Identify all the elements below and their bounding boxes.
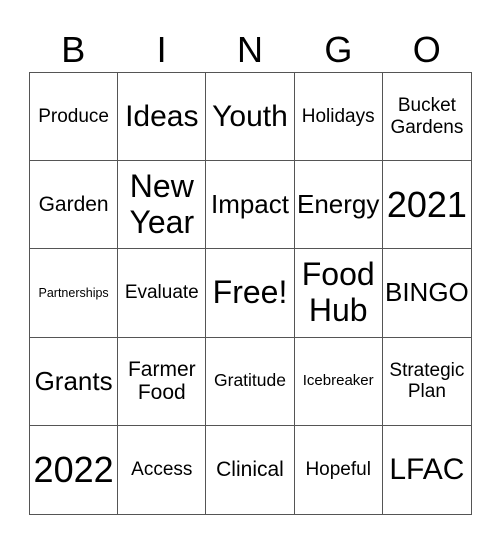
bingo-cell[interactable]: Holidays	[294, 73, 383, 162]
header-letter-o: O	[412, 29, 441, 70]
bingo-cell[interactable]: 2021	[382, 161, 471, 250]
bingo-cell[interactable]: Partnerships	[30, 249, 119, 338]
bingo-cell[interactable]: Food Hub	[294, 249, 383, 338]
bingo-cell[interactable]: Produce	[30, 73, 119, 162]
bingo-cell[interactable]: Hopeful	[295, 425, 383, 514]
bingo-cell[interactable]: BINGO	[382, 249, 471, 338]
bingo-cell[interactable]: Ideas	[118, 73, 207, 162]
bingo-cell[interactable]: Bucket Gardens	[382, 73, 471, 162]
bingo-header: B I N G O	[29, 28, 471, 72]
header-letter-n: N	[236, 29, 263, 70]
bingo-cell[interactable]: Energy	[294, 161, 383, 250]
bingo-cell[interactable]: Farmer Food	[118, 337, 207, 426]
bingo-cell[interactable]: Gratitude	[206, 337, 295, 426]
bingo-cell[interactable]: LFAC	[383, 426, 471, 514]
bingo-cell[interactable]: 2022	[30, 425, 119, 514]
bingo-cell[interactable]: Impact	[206, 161, 295, 250]
bingo-cell[interactable]: Icebreaker	[294, 337, 383, 426]
bingo-cell[interactable]: Youth	[206, 73, 295, 162]
bingo-cell[interactable]: Garden	[30, 161, 119, 250]
bingo-cell[interactable]: Strategic Plan	[382, 338, 471, 426]
header-letter-g: G	[324, 29, 353, 70]
bingo-card-grid: Produce Ideas Youth Holidays Bucket Gard…	[29, 72, 472, 515]
bingo-cell[interactable]: Grants	[30, 337, 119, 426]
bingo-cell[interactable]: Clinical	[206, 425, 295, 514]
header-letter-b: B	[61, 29, 86, 70]
header-letter-i: I	[156, 29, 167, 70]
bingo-cell[interactable]: New Year	[118, 161, 207, 250]
bingo-cell[interactable]: Evaluate	[118, 249, 207, 338]
free-space-cell[interactable]: Free!	[206, 249, 295, 338]
bingo-cell[interactable]: Access	[118, 425, 207, 514]
